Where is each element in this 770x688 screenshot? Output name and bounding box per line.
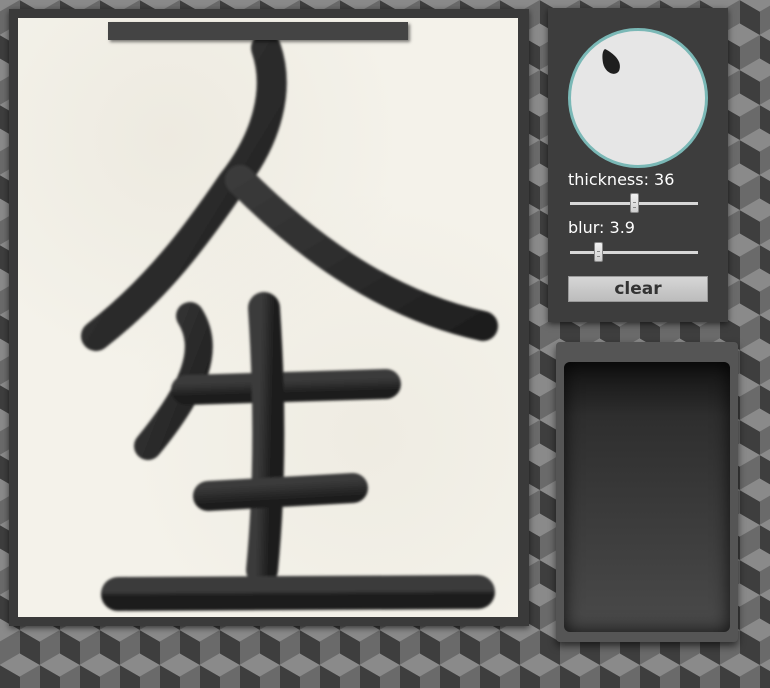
blur-label: blur: 3.9 [568,218,635,237]
thickness-label: thickness: 36 [568,170,675,189]
stroke-upper-horizontal [171,369,401,405]
control-panel: thickness: 36 blur: 3.9 clear [548,8,728,322]
brush-preview [568,28,708,168]
blur-slider[interactable] [570,242,698,262]
stroke-bottom-horizontal [101,575,495,611]
canvas-frame [9,9,529,626]
ink-tray [556,342,738,642]
ink-well[interactable] [564,362,730,632]
ink-strokes [81,33,498,611]
top-bar [108,22,408,40]
thickness-slider-thumb[interactable] [629,193,639,213]
stroke-middle-horizontal [193,473,368,511]
clear-button[interactable]: clear [568,276,708,302]
stroke-vertical [246,292,285,586]
thickness-slider[interactable] [570,193,698,213]
brush-tip-icon [602,49,620,74]
drawing-canvas[interactable] [18,18,518,617]
blur-slider-thumb[interactable] [593,242,603,262]
